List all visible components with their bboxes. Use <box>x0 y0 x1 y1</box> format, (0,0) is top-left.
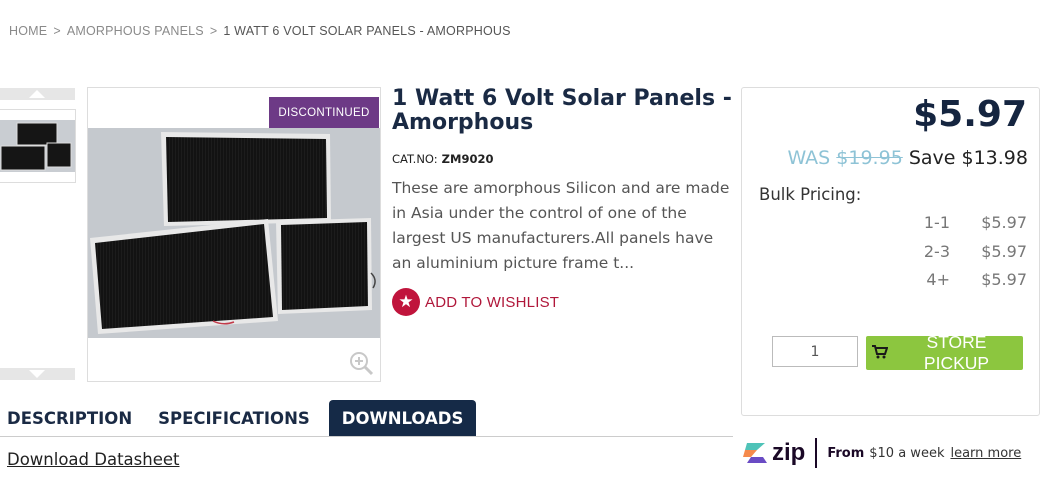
was-price-line: WAS $19.95 Save $13.98 <box>787 147 1028 169</box>
breadcrumb-separator: > <box>53 24 61 38</box>
catalog-number-label: CAT.NO: <box>392 152 438 166</box>
was-label: WAS <box>787 147 831 169</box>
thumbnail-image <box>0 120 75 172</box>
add-to-wishlist-button[interactable]: ★ ADD TO WISHLIST <box>392 288 559 316</box>
product-description: These are amorphous Silicon and are made… <box>392 179 730 272</box>
thumbnail-scroll-down-button[interactable] <box>0 368 75 380</box>
zip-logo-text: zip <box>772 439 806 466</box>
bulk-pricing-title: Bulk Pricing: <box>759 185 862 204</box>
product-tabs: DESCRIPTION SPECIFICATIONS DOWNLOADS <box>0 400 488 437</box>
wishlist-label: ADD TO WISHLIST <box>425 293 560 311</box>
was-price: $19.95 <box>836 147 903 169</box>
zoom-in-icon[interactable] <box>348 350 374 380</box>
zip-amount: $10 a week <box>869 445 945 461</box>
discontinued-badge: DISCONTINUED <box>269 97 379 128</box>
bulk-qty: 2-3 <box>923 242 950 261</box>
tab-specifications[interactable]: SPECIFICATIONS <box>151 400 317 437</box>
bulk-price: $5.97 <box>981 213 1027 232</box>
tab-description[interactable]: DESCRIPTION <box>0 400 139 437</box>
product-photo <box>88 128 380 381</box>
product-title: 1 Watt 6 Volt Solar Panels - Amorphous <box>392 86 732 135</box>
current-price: $5.97 <box>913 94 1027 135</box>
bulk-price: $5.97 <box>981 242 1027 261</box>
bulk-qty: 1-1 <box>923 213 950 232</box>
breadcrumb: HOME > AMORPHOUS PANELS >1 WATT 6 VOLT SOLA… <box>9 24 511 38</box>
save-amount: Save $13.98 <box>908 147 1028 169</box>
breadcrumb-category-link[interactable]: AMORPHOUS PANELS <box>67 24 204 38</box>
tab-divider <box>0 436 733 437</box>
bulk-price: $5.97 <box>981 270 1027 289</box>
bulk-qty: 4+ <box>926 270 950 289</box>
price-panel: $5.97 WAS $19.95 Save $13.98 Bulk Pricin… <box>741 87 1040 416</box>
zip-logo: zip <box>743 439 805 467</box>
catalog-number-value: ZM9020 <box>441 152 494 166</box>
zip-from-label: From <box>827 445 865 461</box>
store-pickup-button[interactable]: STORE PICKUP <box>866 332 1023 373</box>
thumbnail-scroll-up-button[interactable] <box>0 88 75 100</box>
store-pickup-label: STORE PICKUP <box>923 332 990 373</box>
cart-icon <box>872 344 889 362</box>
product-main-image[interactable] <box>87 87 381 382</box>
zip-divider <box>815 438 818 468</box>
quantity-input[interactable] <box>772 336 858 367</box>
breadcrumb-current: 1 WATT 6 VOLT SOLAR PANELS - AMORPHOUS <box>223 24 511 38</box>
zip-learn-more-link[interactable]: learn more <box>950 446 1021 461</box>
product-thumbnail[interactable] <box>0 109 76 183</box>
download-datasheet-link[interactable]: Download Datasheet <box>7 450 180 469</box>
zip-payment-banner: zip From $10 a week learn more <box>743 438 1021 468</box>
star-icon: ★ <box>392 288 420 316</box>
breadcrumb-separator: > <box>209 24 218 38</box>
breadcrumb-home-link[interactable]: HOME <box>9 24 47 38</box>
zip-logo-icon <box>743 443 767 463</box>
catalog-number: CAT.NO: ZM9020 <box>392 152 493 166</box>
tab-downloads[interactable]: DOWNLOADS <box>328 400 477 437</box>
